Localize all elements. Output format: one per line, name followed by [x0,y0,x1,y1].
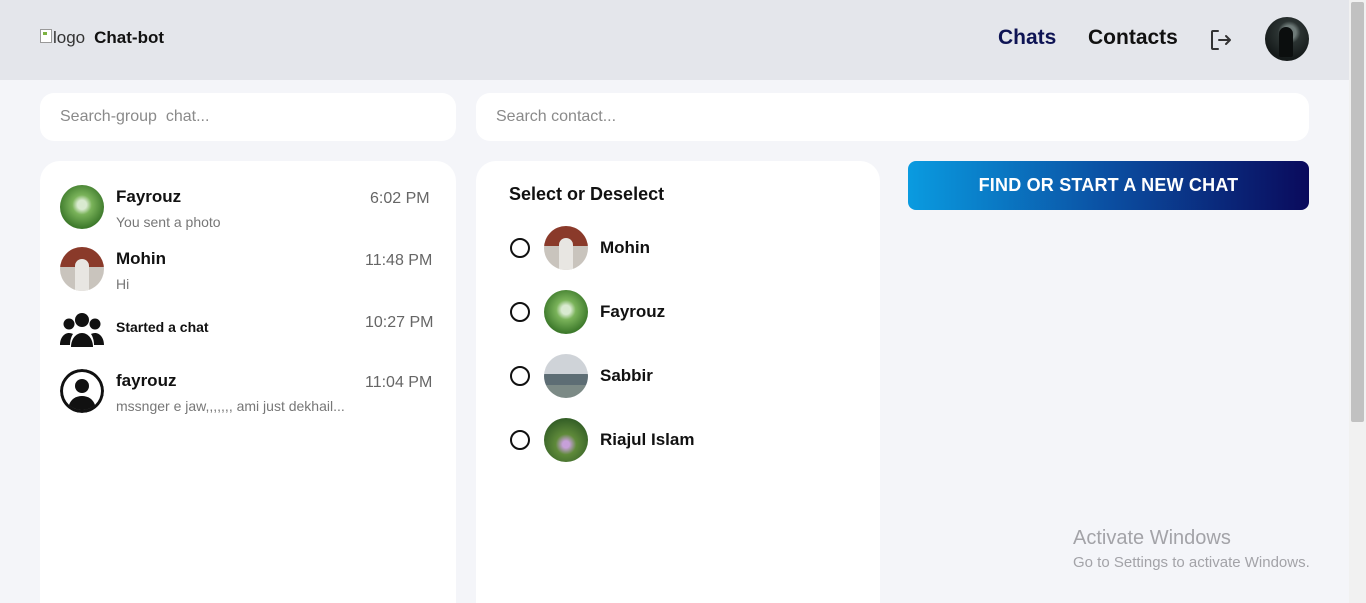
contact-row[interactable]: Mohin [510,226,830,270]
group-icon [60,313,104,347]
avatar [544,226,588,270]
contact-radio[interactable] [510,238,530,258]
user-circle-icon [60,369,104,413]
chat-time: 11:48 PM [365,252,433,269]
avatar [60,185,104,229]
contact-name: Mohin [600,238,651,257]
watermark-title: Activate Windows [1073,527,1231,549]
search-contact-input[interactable] [476,93,1309,141]
chat-item[interactable]: Fayrouz You sent a photo 6:02 PM [60,185,436,241]
nav-contacts-link[interactable]: Contacts [1088,26,1178,50]
panel-title: Select or Deselect [509,184,665,204]
logout-icon[interactable] [1208,27,1234,53]
contact-radio[interactable] [510,430,530,450]
chat-time: 11:04 PM [365,374,433,391]
contact-name: Riajul Islam [600,430,695,449]
contact-row[interactable]: Fayrouz [510,290,830,334]
chat-name: Fayrouz [116,187,182,206]
top-header: logo Chat-bot Chats Contacts [0,0,1349,80]
contact-radio[interactable] [510,302,530,322]
broken-image-icon [40,29,52,43]
chat-time: 10:27 PM [365,314,434,331]
chat-last-message: mssnger e jaw,,,,,,, ami just dekhail... [116,398,345,414]
chat-time: 6:02 PM [370,190,430,207]
chat-name: fayrouz [116,371,177,390]
chat-last-message: Hi [116,276,130,292]
scrollbar-thumb[interactable] [1351,2,1364,422]
windows-activation-watermark: Activate Windows Go to Settings to activ… [1073,527,1310,571]
brand[interactable]: logo Chat-bot [40,28,164,48]
avatar [544,418,588,462]
contact-row[interactable]: Riajul Islam [510,418,830,462]
contact-select-panel: Select or Deselect Mohin Fayrouz Sabbir … [476,161,880,603]
profile-avatar[interactable] [1265,17,1309,61]
chat-list-panel: Fayrouz You sent a photo 6:02 PM Mohin H… [40,161,456,603]
avatar [544,290,588,334]
watermark-subtitle: Go to Settings to activate Windows. [1073,554,1310,571]
contact-name: Fayrouz [600,302,666,321]
app-title: Chat-bot [94,28,165,47]
chat-last-message: You sent a photo [116,214,221,230]
page-scrollbar[interactable] [1349,0,1366,603]
search-group-input[interactable] [40,93,456,141]
nav-chats-link[interactable]: Chats [998,26,1056,50]
chat-name: Mohin [116,249,167,268]
chat-item[interactable]: Started a chat 10:27 PM [60,309,436,365]
contact-radio[interactable] [510,366,530,386]
chat-item[interactable]: Mohin Hi 11:48 PM [60,247,436,303]
logo-alt-text: logo [53,28,86,47]
chat-label: Started a chat [116,319,209,335]
contact-name: Sabbir [600,366,653,385]
avatar [60,247,104,291]
logo-image: logo [40,28,85,48]
avatar [544,354,588,398]
chat-item[interactable]: fayrouz mssnger e jaw,,,,,,, ami just de… [60,369,436,425]
contact-row[interactable]: Sabbir [510,354,830,398]
new-chat-button[interactable]: FIND OR START A NEW CHAT [908,161,1309,210]
